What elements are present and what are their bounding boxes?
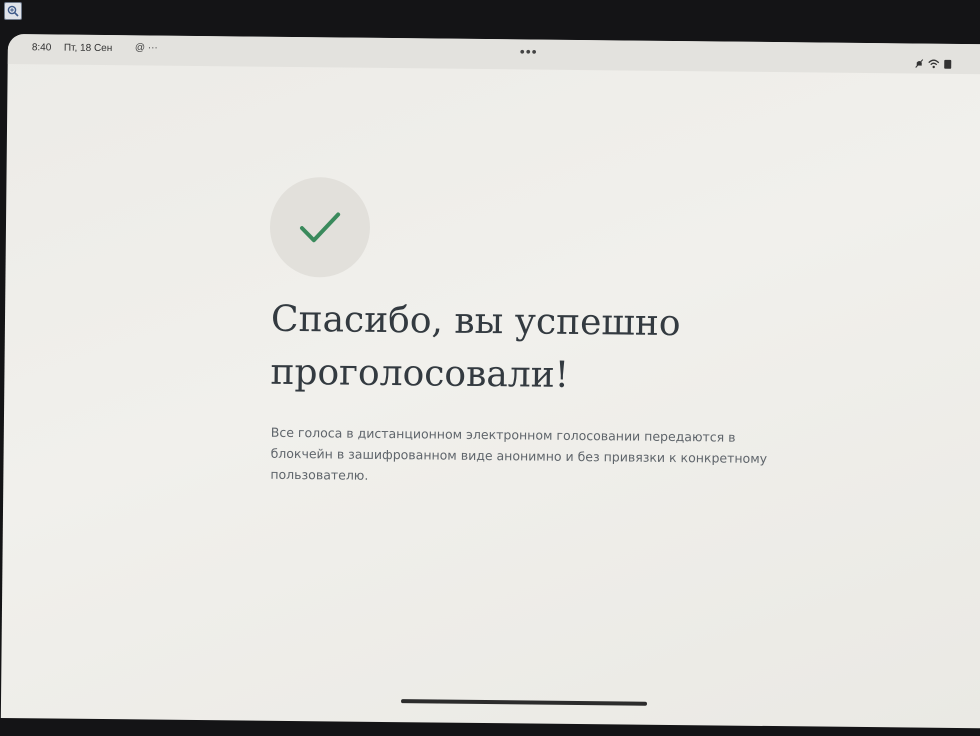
success-badge	[269, 176, 371, 278]
home-indicator[interactable]	[401, 699, 648, 706]
battery-icon	[944, 54, 952, 73]
wifi-icon	[928, 54, 940, 73]
tablet-screen: 8:40 Пт, 18 Сен @ ··· ••• Спасибо, вы ус…	[0, 34, 980, 729]
system-icons	[915, 53, 952, 72]
success-title: Спасибо, вы успешно проголосовали!	[270, 298, 681, 396]
success-description: Все голоса в дистанционном электронном г…	[270, 424, 768, 483]
multitasking-dots-icon[interactable]: •••	[520, 43, 538, 59]
status-bar: 8:40 Пт, 18 Сен @ ··· •••	[7, 34, 980, 75]
notification-indicators: @ ···	[134, 42, 158, 54]
mute-icon	[915, 53, 924, 72]
status-date: Пт, 18 Сен	[63, 42, 113, 55]
checkmark-icon	[299, 212, 341, 243]
zoom-icon[interactable]	[4, 2, 22, 20]
status-time: 8:40	[31, 42, 52, 54]
